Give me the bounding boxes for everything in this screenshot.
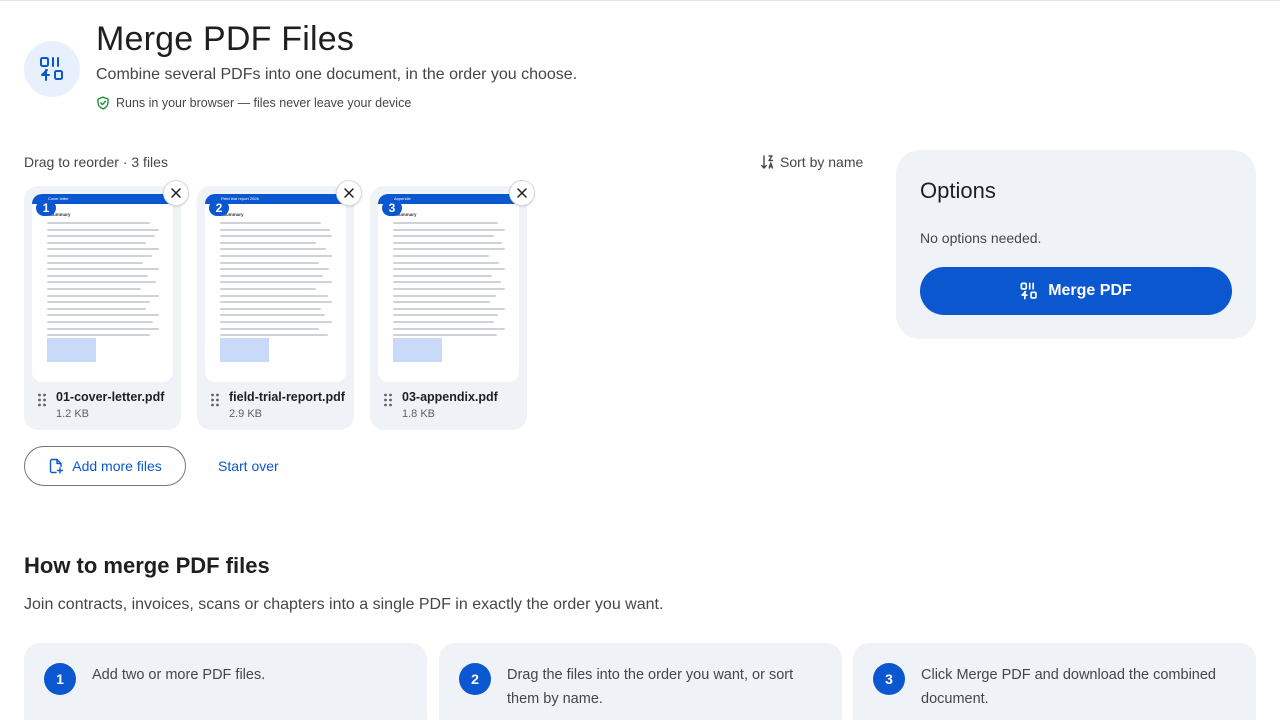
- remove-file-button[interactable]: [336, 180, 362, 206]
- start-over-link[interactable]: Start over: [218, 458, 279, 474]
- howto-description: Join contracts, invoices, scans or chapt…: [24, 596, 664, 613]
- files-meta: Drag to reorder · 3 files: [24, 154, 168, 170]
- close-icon: [171, 188, 181, 198]
- file-size: 1.8 KB: [402, 408, 436, 420]
- drag-handle-icon[interactable]: [210, 393, 220, 407]
- step-card: 2 Drag the files into the order you want…: [439, 643, 842, 720]
- top-divider: [0, 0, 1280, 1]
- drag-handle-icon[interactable]: [37, 393, 47, 407]
- shield-check-icon: [97, 96, 109, 110]
- page-thumbnail: Cover letter Summary · · ·: [32, 194, 173, 382]
- privacy-note: Runs in your browser — files never leave…: [96, 96, 411, 110]
- options-note: No options needed.: [920, 230, 1042, 246]
- file-size: 1.2 KB: [56, 408, 90, 420]
- page-thumbnail: Field trial report 2026 Summary · · ·: [205, 194, 346, 382]
- close-icon: [344, 188, 354, 198]
- privacy-note-text: Runs in your browser — files never leave…: [116, 96, 412, 110]
- page-thumbnail: Appendix Summary · · ·: [378, 194, 519, 382]
- file-name: 03-appendix.pdf: [402, 390, 498, 404]
- thumbnail-image-block: [220, 338, 269, 362]
- step-text: Drag the files into the order you want, …: [507, 667, 794, 707]
- add-more-files-label: Add more files: [72, 458, 162, 474]
- page-subtitle: Combine several PDFs into one document, …: [96, 66, 578, 83]
- drag-handle-icon[interactable]: [383, 393, 393, 407]
- merge-pdf-button[interactable]: Merge PDF: [920, 267, 1232, 315]
- thumbnail-image-block: [393, 338, 442, 362]
- thumbnail-footer: · · ·: [269, 378, 274, 382]
- file-order-badge: 1: [36, 200, 56, 216]
- sort-label: Sort by name: [780, 154, 864, 170]
- sort-icon: [761, 155, 774, 169]
- step-number: 2: [459, 663, 491, 695]
- thumbnail-text-lines: [220, 222, 332, 341]
- howto-title: How to merge PDF files: [24, 553, 270, 578]
- step-text: Add two or more PDF files.: [92, 667, 266, 683]
- add-more-files-button[interactable]: Add more files: [24, 446, 186, 486]
- page-title: Merge PDF Files: [96, 20, 355, 58]
- thumbnail-footer: · · ·: [442, 378, 447, 382]
- thumbnail-text-lines: [393, 222, 505, 341]
- file-name: 01-cover-letter.pdf: [56, 390, 165, 404]
- step-number: 3: [873, 663, 905, 695]
- step-card: 3 Click Merge PDF and download the combi…: [853, 643, 1256, 720]
- close-icon: [517, 188, 527, 198]
- file-size: 2.9 KB: [229, 408, 263, 420]
- file-card[interactable]: Cover letter Summary · · · 1 01-cover-le…: [24, 180, 189, 430]
- add-file-icon: [50, 458, 64, 474]
- merge-icon: [1020, 282, 1037, 300]
- step-text: Click Merge PDF and download the combine…: [921, 667, 1216, 707]
- file-order-badge: 2: [209, 200, 229, 216]
- remove-file-button[interactable]: [163, 180, 189, 206]
- thumbnail-footer: · · ·: [96, 378, 101, 382]
- file-card[interactable]: Appendix Summary · · · 3 03-appendix.pdf…: [370, 180, 535, 430]
- thumbnail-image-block: [47, 338, 96, 362]
- merge-pdf-label: Merge PDF: [1048, 282, 1132, 299]
- thumbnail-header-text: Field trial report 2026: [221, 196, 259, 201]
- step-number: 1: [44, 663, 76, 695]
- merge-app-icon: [24, 41, 80, 97]
- options-title: Options: [920, 178, 996, 203]
- thumbnail-text-lines: [47, 222, 159, 341]
- file-order-badge: 3: [382, 200, 402, 216]
- step-card: 1 Add two or more PDF files.: [24, 643, 427, 720]
- file-card[interactable]: Field trial report 2026 Summary · · · 2 …: [197, 180, 362, 430]
- sort-by-name-button[interactable]: Sort by name: [756, 152, 867, 172]
- file-name: field-trial-report.pdf: [229, 390, 345, 404]
- options-panel: Options No options needed. Merge PDF: [896, 150, 1256, 339]
- remove-file-button[interactable]: [509, 180, 535, 206]
